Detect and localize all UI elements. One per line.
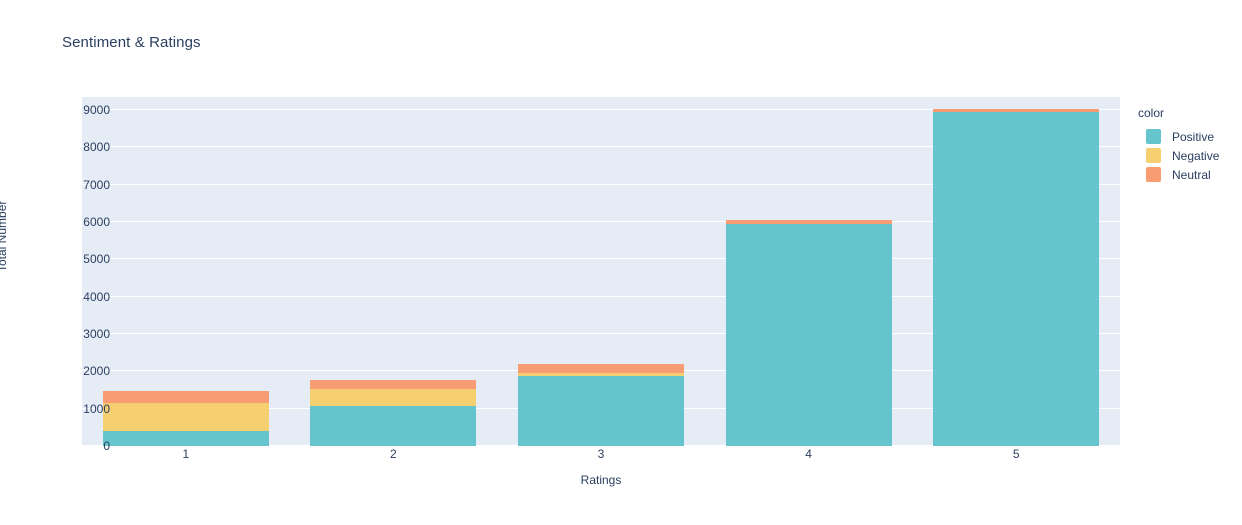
plot-area (82, 97, 1120, 446)
y-tick-label: 4000 (83, 289, 110, 304)
bar-segment[interactable] (725, 219, 892, 224)
y-tick-label: 2000 (83, 364, 110, 379)
y-tick-label: 7000 (83, 177, 110, 192)
x-tick-label: 2 (390, 447, 397, 461)
bar-segment[interactable] (933, 108, 1100, 112)
legend-items: Positive Negative Neutral (1138, 127, 1242, 184)
bar-segment[interactable] (102, 391, 269, 404)
x-axis-title: Ratings (580, 473, 622, 487)
bar-group[interactable] (725, 97, 892, 446)
legend-item[interactable]: Negative (1138, 146, 1242, 165)
bar-group[interactable] (933, 97, 1100, 446)
bar-group[interactable] (518, 97, 684, 446)
chart-title: Sentiment & Ratings (62, 34, 201, 51)
legend-swatch-icon (1146, 148, 1161, 163)
y-axis-title: Total Number (0, 200, 9, 272)
bar-segment[interactable] (102, 403, 269, 432)
y-tick-label: 3000 (83, 327, 110, 342)
x-tick-label: 4 (805, 447, 812, 461)
bar-segment[interactable] (310, 405, 477, 446)
bar-segment[interactable] (310, 380, 477, 390)
legend-item-label: Neutral (1172, 167, 1211, 182)
bar-segment[interactable] (725, 223, 892, 446)
y-tick-label: 8000 (83, 140, 110, 155)
legend-item-label: Negative (1172, 148, 1220, 163)
bars-layer (82, 97, 1120, 446)
bar-segment[interactable] (933, 111, 1100, 446)
legend-item-label: Positive (1172, 129, 1215, 144)
y-tick-label: 0 (103, 439, 110, 453)
bar-group[interactable] (310, 97, 477, 446)
y-tick-label: 1000 (83, 401, 110, 416)
legend: color Positive Negative Neutral (1138, 106, 1242, 184)
y-tick-label: 9000 (83, 103, 110, 118)
x-tick-label: 5 (1012, 447, 1020, 461)
legend-title: color (1138, 106, 1165, 120)
bar-group[interactable] (102, 97, 269, 446)
bar-segment[interactable] (518, 373, 684, 377)
bar-segment[interactable] (518, 363, 684, 374)
x-tick-label: 1 (182, 447, 190, 461)
bar-segment[interactable] (518, 376, 684, 446)
chart-figure: Sentiment & Ratings Total Number 0 1000 20… (0, 0, 1242, 525)
y-tick-label: 5000 (83, 252, 110, 267)
legend-swatch-icon (1146, 129, 1161, 144)
y-tick-label: 6000 (83, 215, 110, 230)
bar-segment[interactable] (310, 389, 477, 406)
bar-segment[interactable] (102, 431, 269, 446)
legend-item[interactable]: Positive (1138, 127, 1242, 146)
legend-item[interactable]: Neutral (1138, 165, 1242, 184)
legend-swatch-icon (1146, 167, 1161, 182)
x-tick-label: 3 (597, 447, 605, 461)
